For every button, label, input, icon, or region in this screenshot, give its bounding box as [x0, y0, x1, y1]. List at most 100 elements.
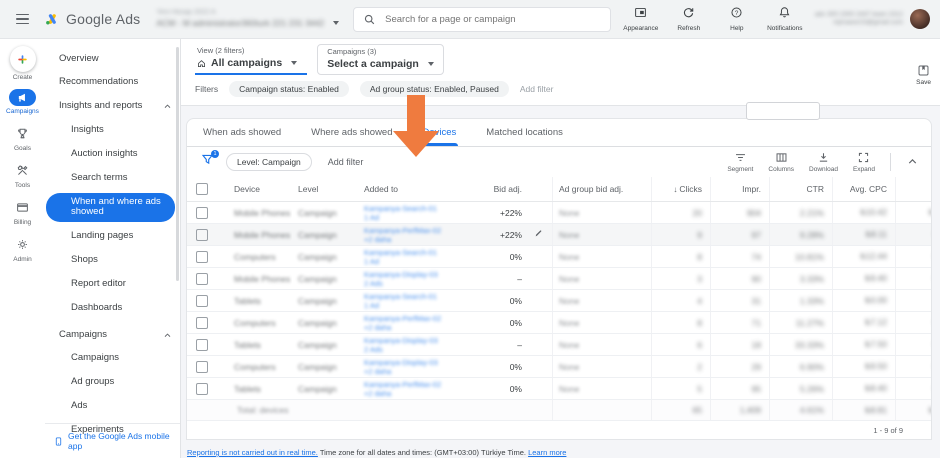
- added-to-sublink[interactable]: +2 daha: [364, 367, 444, 376]
- tab-devices[interactable]: Devices: [420, 127, 459, 146]
- rail-item-tools[interactable]: Tools: [11, 160, 35, 189]
- row-checkbox[interactable]: [196, 360, 208, 373]
- sidebar-item-insights-and-reports[interactable]: Insights and reports: [45, 95, 180, 119]
- rail-item-goals[interactable]: Goals: [11, 123, 35, 152]
- row-checkbox[interactable]: [196, 206, 208, 219]
- collapse-table-button[interactable]: [906, 155, 919, 170]
- search-input[interactable]: [383, 12, 602, 26]
- added-to-link[interactable]: Kampanya-Display-03: [364, 336, 444, 345]
- learn-more-link[interactable]: Learn more: [528, 448, 566, 457]
- edit-pencil-icon[interactable]: [534, 229, 543, 240]
- sidebar-item-campaigns[interactable]: Campaigns: [45, 323, 180, 347]
- column-header-ctr[interactable]: CTR: [769, 177, 833, 202]
- toolbar-columns-button[interactable]: Columns: [768, 151, 794, 173]
- toolbar-expand-button[interactable]: Expand: [853, 151, 875, 173]
- topbar-action-refresh[interactable]: Refresh: [667, 6, 711, 32]
- bid-adj-cell[interactable]: +22%: [452, 223, 553, 246]
- row-checkbox[interactable]: [196, 272, 208, 285]
- bid-adj-cell[interactable]: 0%: [452, 377, 553, 400]
- added-to-link[interactable]: Kampanya-Search-01: [364, 248, 444, 257]
- added-to-link[interactable]: Kampanya-Search-01: [364, 204, 444, 213]
- row-checkbox[interactable]: [196, 382, 208, 395]
- topbar-action-help[interactable]: ? Help: [715, 6, 759, 32]
- row-checkbox[interactable]: [196, 294, 208, 307]
- column-header-cb[interactable]: [187, 177, 228, 202]
- save-button[interactable]: Save: [916, 64, 931, 86]
- added-to-link[interactable]: Kampanya-Display-03: [364, 358, 444, 367]
- added-to-link[interactable]: Kampanya-PerfMax-02: [364, 380, 444, 389]
- sidebar-item-when-and-where-ads-showed[interactable]: When and where ads showed: [46, 192, 175, 223]
- added-to-sublink[interactable]: 2 Ads: [364, 345, 444, 354]
- view-selector[interactable]: View (2 filters) All campaigns: [195, 44, 308, 75]
- search-bar[interactable]: [353, 6, 612, 32]
- column-header-impr[interactable]: Impr.: [710, 177, 770, 202]
- tab-when-ads-showed[interactable]: When ads showed: [201, 127, 283, 146]
- added-to-sublink[interactable]: 1 Ad: [364, 213, 444, 222]
- toolbar-segment-button[interactable]: Segment: [727, 151, 753, 173]
- toolbar-add-filter[interactable]: Add filter: [328, 157, 364, 167]
- tab-where-ads-showed[interactable]: Where ads showed: [309, 127, 394, 146]
- toolbar-download-button[interactable]: Download: [809, 151, 838, 173]
- mobile-app-link[interactable]: Get the Google Ads mobile app: [45, 423, 180, 457]
- sidebar-item-dashboards[interactable]: Dashboards: [45, 296, 180, 320]
- select-all-checkbox[interactable]: [196, 183, 208, 195]
- sidebar-item-ad-groups[interactable]: Ad groups: [45, 371, 180, 395]
- filter-chip[interactable]: Ad group status: Enabled, Paused: [359, 81, 509, 97]
- sidebar-item-auction-insights[interactable]: Auction insights: [45, 143, 180, 167]
- bid-adj-cell[interactable]: 0%: [452, 245, 553, 268]
- column-header-device[interactable]: Device: [228, 177, 292, 202]
- column-header-added[interactable]: Added to: [358, 177, 452, 202]
- sidebar-item-overview[interactable]: Overview: [45, 47, 180, 71]
- topbar-action-appearance[interactable]: Appearance: [619, 6, 663, 32]
- account-selector[interactable]: Yeni Hesap 2022 A ACM - M administrator3…: [156, 9, 340, 28]
- added-to-sublink[interactable]: +2 daha: [364, 235, 444, 244]
- added-to-sublink[interactable]: +2 daha: [364, 323, 444, 332]
- sidebar-item-insights[interactable]: Insights: [45, 119, 180, 143]
- added-to-sublink[interactable]: +2 daha: [364, 389, 444, 398]
- bid-adj-cell[interactable]: 0%: [452, 289, 553, 312]
- added-to-link[interactable]: Kampanya-Display-03: [364, 270, 444, 279]
- rail-item-admin[interactable]: Admin: [11, 234, 35, 263]
- level-chip[interactable]: Level: Campaign: [226, 153, 312, 171]
- sidebar-item-landing-pages[interactable]: Landing pages: [45, 224, 180, 248]
- rail-item-campaigns[interactable]: Campaigns: [6, 89, 39, 115]
- row-checkbox[interactable]: [196, 228, 208, 241]
- tab-matched-locations[interactable]: Matched locations: [484, 127, 565, 146]
- menu-icon[interactable]: [16, 13, 29, 25]
- empty-dropdown-box[interactable]: [746, 102, 820, 120]
- column-header-cpc[interactable]: Avg. CPC: [832, 177, 896, 202]
- bid-adj-cell[interactable]: 0%: [452, 311, 553, 334]
- add-filter-link[interactable]: Add filter: [520, 84, 554, 94]
- rail-item-billing[interactable]: Billing: [11, 197, 35, 226]
- rail-item-create[interactable]: Create: [9, 46, 36, 81]
- row-checkbox[interactable]: [196, 250, 208, 263]
- bid-adj-cell[interactable]: +22%: [452, 201, 553, 224]
- sidebar-item-search-terms[interactable]: Search terms: [45, 167, 180, 191]
- filter-chip[interactable]: Campaign status: Enabled: [229, 81, 349, 97]
- bid-adj-cell[interactable]: –: [452, 267, 553, 290]
- column-header-bid[interactable]: Bid adj.: [452, 177, 553, 202]
- avatar[interactable]: [910, 9, 930, 29]
- sidebar-item-campaigns[interactable]: Campaigns: [45, 347, 180, 371]
- bid-adj-cell[interactable]: –: [452, 333, 553, 356]
- added-to-link[interactable]: Kampanya-PerfMax-02: [364, 226, 444, 235]
- added-to-sublink[interactable]: 1 Ad: [364, 257, 444, 266]
- realtime-reporting-link[interactable]: Reporting is not carried out in real tim…: [187, 448, 318, 457]
- column-header-agb[interactable]: Ad group bid adj.: [552, 177, 652, 202]
- added-to-sublink[interactable]: 1 Ad: [364, 301, 444, 310]
- sidebar-item-report-editor[interactable]: Report editor: [45, 272, 180, 296]
- added-to-link[interactable]: Kampanya-Search-01: [364, 292, 444, 301]
- row-checkbox[interactable]: [196, 338, 208, 351]
- sidebar-scrollbar[interactable]: [176, 47, 179, 281]
- column-header-cost[interactable]: Cost: [895, 177, 931, 202]
- sidebar-item-shops[interactable]: Shops: [45, 248, 180, 272]
- sidebar-item-recommendations[interactable]: Recommendations: [45, 71, 180, 95]
- topbar-action-notifications[interactable]: Notifications: [763, 6, 807, 32]
- row-checkbox[interactable]: [196, 316, 208, 329]
- filter-funnel-button[interactable]: 1: [201, 150, 219, 171]
- added-to-sublink[interactable]: 2 Ads: [364, 279, 444, 288]
- added-to-link[interactable]: Kampanya-PerfMax-02: [364, 314, 444, 323]
- column-header-level[interactable]: Level: [292, 177, 358, 202]
- column-header-clicks[interactable]: ↓ Clicks: [651, 177, 711, 202]
- sidebar-item-ads[interactable]: Ads: [45, 395, 180, 419]
